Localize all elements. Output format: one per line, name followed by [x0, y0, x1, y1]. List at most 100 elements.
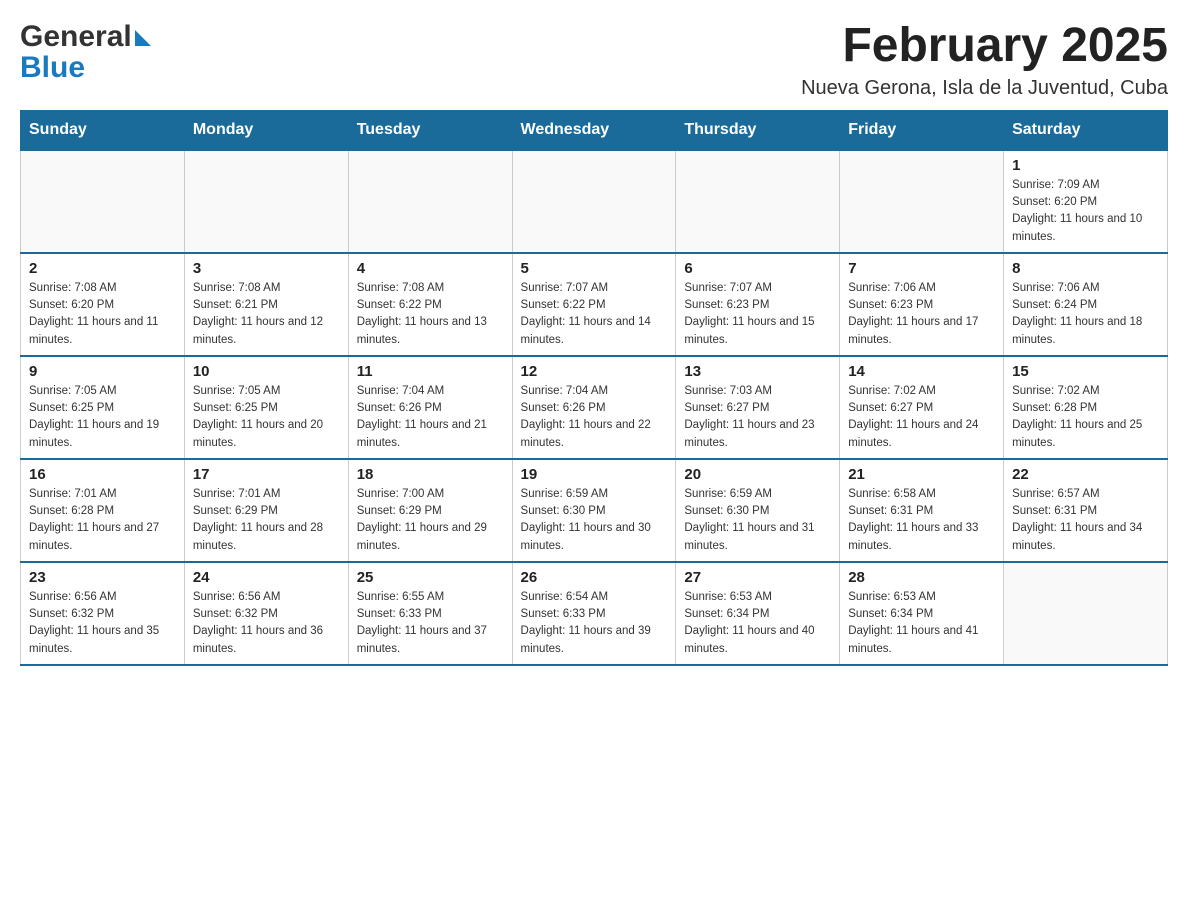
- col-header-tuesday: Tuesday: [348, 110, 512, 150]
- col-header-saturday: Saturday: [1004, 110, 1168, 150]
- calendar-cell: 6 Sunrise: 7:07 AMSunset: 6:23 PMDaylight…: [676, 253, 840, 356]
- calendar-cell: [184, 150, 348, 253]
- calendar-week-1: 1 Sunrise: 7:09 AMSunset: 6:20 PMDaylight…: [21, 150, 1168, 253]
- day-info: Sunrise: 6:53 AMSunset: 6:34 PMDaylight:…: [848, 589, 995, 658]
- day-info: Sunrise: 7:07 AMSunset: 6:23 PMDaylight:…: [684, 280, 831, 349]
- calendar-week-2: 2 Sunrise: 7:08 AMSunset: 6:20 PMDaylight…: [21, 253, 1168, 356]
- day-number: 19: [521, 466, 668, 483]
- day-info: Sunrise: 7:00 AMSunset: 6:29 PMDaylight:…: [357, 486, 504, 555]
- calendar-cell: 26 Sunrise: 6:54 AMSunset: 6:33 PMDayligh…: [512, 562, 676, 665]
- day-number: 28: [848, 569, 995, 586]
- day-number: 2: [29, 260, 176, 277]
- day-number: 24: [193, 569, 340, 586]
- title-section: February 2025 Nueva Gerona, Isla de la J…: [801, 20, 1168, 100]
- month-title: February 2025: [801, 20, 1168, 73]
- calendar-table: Sunday Monday Tuesday Wednesday Thursday…: [20, 110, 1168, 666]
- calendar-cell: 2 Sunrise: 7:08 AMSunset: 6:20 PMDaylight…: [21, 253, 185, 356]
- calendar-week-5: 23 Sunrise: 6:56 AMSunset: 6:32 PMDayligh…: [21, 562, 1168, 665]
- calendar-cell: [1004, 562, 1168, 665]
- calendar-cell: 28 Sunrise: 6:53 AMSunset: 6:34 PMDayligh…: [840, 562, 1004, 665]
- day-info: Sunrise: 7:05 AMSunset: 6:25 PMDaylight:…: [193, 383, 340, 452]
- calendar-cell: 8Sunrise: 7:06 AMSunset: 6:24 PMDaylight…: [1004, 253, 1168, 356]
- day-info: Sunrise: 6:59 AMSunset: 6:30 PMDaylight:…: [684, 486, 831, 555]
- calendar-cell: 16 Sunrise: 7:01 AMSunset: 6:28 PMDayligh…: [21, 459, 185, 562]
- day-info: Sunrise: 7:08 AMSunset: 6:21 PMDaylight:…: [193, 280, 340, 349]
- calendar-cell: 5 Sunrise: 7:07 AMSunset: 6:22 PMDaylight…: [512, 253, 676, 356]
- calendar-cell: 20Sunrise: 6:59 AMSunset: 6:30 PMDayligh…: [676, 459, 840, 562]
- calendar-cell: 15 Sunrise: 7:02 AMSunset: 6:28 PMDayligh…: [1004, 356, 1168, 459]
- calendar-cell: 23 Sunrise: 6:56 AMSunset: 6:32 PMDayligh…: [21, 562, 185, 665]
- calendar-cell: [840, 150, 1004, 253]
- calendar-cell: 18 Sunrise: 7:00 AMSunset: 6:29 PMDayligh…: [348, 459, 512, 562]
- day-number: 13: [684, 363, 831, 380]
- calendar-cell: [348, 150, 512, 253]
- day-info: Sunrise: 6:59 AMSunset: 6:30 PMDaylight:…: [521, 486, 668, 555]
- day-number: 9: [29, 363, 176, 380]
- day-number: 8: [1012, 260, 1159, 277]
- day-number: 21: [848, 466, 995, 483]
- day-info: Sunrise: 7:02 AMSunset: 6:28 PMDaylight:…: [1012, 383, 1159, 452]
- calendar-week-4: 16 Sunrise: 7:01 AMSunset: 6:28 PMDayligh…: [21, 459, 1168, 562]
- calendar-cell: 21 Sunrise: 6:58 AMSunset: 6:31 PMDayligh…: [840, 459, 1004, 562]
- day-number: 18: [357, 466, 504, 483]
- calendar-cell: 7Sunrise: 7:06 AMSunset: 6:23 PMDaylight…: [840, 253, 1004, 356]
- day-number: 1: [1012, 157, 1159, 174]
- day-info: Sunrise: 6:56 AMSunset: 6:32 PMDaylight:…: [193, 589, 340, 658]
- day-info: Sunrise: 7:09 AMSunset: 6:20 PMDaylight:…: [1012, 177, 1159, 246]
- day-info: Sunrise: 6:53 AMSunset: 6:34 PMDaylight:…: [684, 589, 831, 658]
- calendar-cell: 22 Sunrise: 6:57 AMSunset: 6:31 PMDayligh…: [1004, 459, 1168, 562]
- day-number: 17: [193, 466, 340, 483]
- day-number: 5: [521, 260, 668, 277]
- day-number: 7: [848, 260, 995, 277]
- day-info: Sunrise: 7:04 AMSunset: 6:26 PMDaylight:…: [521, 383, 668, 452]
- day-number: 15: [1012, 363, 1159, 380]
- col-header-sunday: Sunday: [21, 110, 185, 150]
- day-info: Sunrise: 7:03 AMSunset: 6:27 PMDaylight:…: [684, 383, 831, 452]
- calendar-cell: 11Sunrise: 7:04 AMSunset: 6:26 PMDayligh…: [348, 356, 512, 459]
- col-header-monday: Monday: [184, 110, 348, 150]
- day-number: 22: [1012, 466, 1159, 483]
- day-info: Sunrise: 6:58 AMSunset: 6:31 PMDaylight:…: [848, 486, 995, 555]
- logo: General Blue: [20, 20, 151, 85]
- day-number: 4: [357, 260, 504, 277]
- day-number: 3: [193, 260, 340, 277]
- day-info: Sunrise: 6:54 AMSunset: 6:33 PMDaylight:…: [521, 589, 668, 658]
- day-info: Sunrise: 7:02 AMSunset: 6:27 PMDaylight:…: [848, 383, 995, 452]
- calendar-cell: 3 Sunrise: 7:08 AMSunset: 6:21 PMDaylight…: [184, 253, 348, 356]
- calendar-week-3: 9 Sunrise: 7:05 AMSunset: 6:25 PMDaylight…: [21, 356, 1168, 459]
- calendar-cell: 27Sunrise: 6:53 AMSunset: 6:34 PMDayligh…: [676, 562, 840, 665]
- calendar-cell: 10 Sunrise: 7:05 AMSunset: 6:25 PMDayligh…: [184, 356, 348, 459]
- day-number: 6: [684, 260, 831, 277]
- day-info: Sunrise: 6:55 AMSunset: 6:33 PMDaylight:…: [357, 589, 504, 658]
- calendar-cell: 25Sunrise: 6:55 AMSunset: 6:33 PMDayligh…: [348, 562, 512, 665]
- day-info: Sunrise: 7:01 AMSunset: 6:28 PMDaylight:…: [29, 486, 176, 555]
- logo-triangle-icon: [135, 30, 151, 46]
- day-info: Sunrise: 7:08 AMSunset: 6:22 PMDaylight:…: [357, 280, 504, 349]
- calendar-cell: 9 Sunrise: 7:05 AMSunset: 6:25 PMDaylight…: [21, 356, 185, 459]
- day-info: Sunrise: 7:07 AMSunset: 6:22 PMDaylight:…: [521, 280, 668, 349]
- day-number: 12: [521, 363, 668, 380]
- day-number: 26: [521, 569, 668, 586]
- day-info: Sunrise: 7:05 AMSunset: 6:25 PMDaylight:…: [29, 383, 176, 452]
- calendar-cell: 13 Sunrise: 7:03 AMSunset: 6:27 PMDayligh…: [676, 356, 840, 459]
- calendar-cell: 4 Sunrise: 7:08 AMSunset: 6:22 PMDaylight…: [348, 253, 512, 356]
- calendar-cell: [512, 150, 676, 253]
- day-number: 23: [29, 569, 176, 586]
- col-header-friday: Friday: [840, 110, 1004, 150]
- col-header-thursday: Thursday: [676, 110, 840, 150]
- day-info: Sunrise: 7:08 AMSunset: 6:20 PMDaylight:…: [29, 280, 176, 349]
- calendar-cell: [21, 150, 185, 253]
- day-info: Sunrise: 7:04 AMSunset: 6:26 PMDaylight:…: [357, 383, 504, 452]
- day-number: 10: [193, 363, 340, 380]
- calendar-cell: 17 Sunrise: 7:01 AMSunset: 6:29 PMDayligh…: [184, 459, 348, 562]
- day-info: Sunrise: 6:57 AMSunset: 6:31 PMDaylight:…: [1012, 486, 1159, 555]
- day-number: 14: [848, 363, 995, 380]
- calendar-cell: 14 Sunrise: 7:02 AMSunset: 6:27 PMDayligh…: [840, 356, 1004, 459]
- logo-blue-text: Blue: [20, 51, 85, 85]
- day-info: Sunrise: 6:56 AMSunset: 6:32 PMDaylight:…: [29, 589, 176, 658]
- day-info: Sunrise: 7:01 AMSunset: 6:29 PMDaylight:…: [193, 486, 340, 555]
- logo-general-text: General: [20, 20, 132, 53]
- day-number: 16: [29, 466, 176, 483]
- calendar-cell: [676, 150, 840, 253]
- page-header: General Blue February 2025 Nueva Gerona,…: [20, 20, 1168, 100]
